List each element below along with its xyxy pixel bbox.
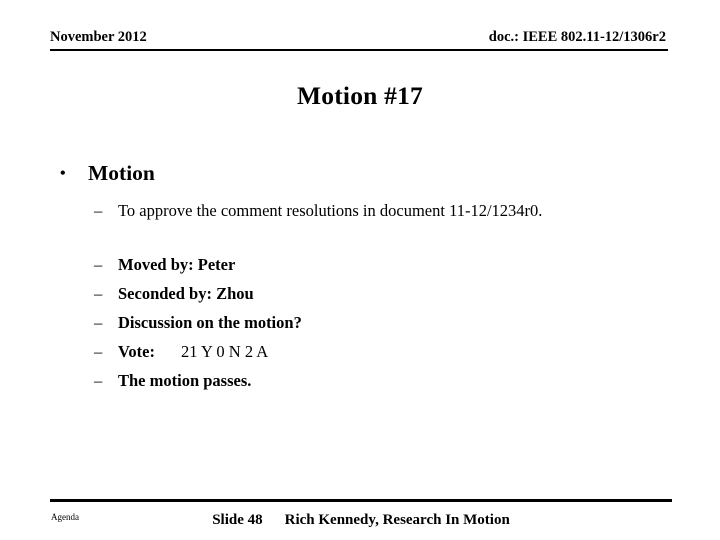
dash-marker-icon: – <box>94 255 103 274</box>
footer-author: Rich Kennedy, Research In Motion <box>284 512 510 528</box>
dash-marker-icon: – <box>94 201 103 220</box>
dash-marker-icon: – <box>94 342 103 361</box>
sub-item-result: – The motion passes. <box>50 369 680 392</box>
slide-body: • Motion – To approve the comment resolu… <box>50 160 680 392</box>
page-title: Motion #17 <box>297 81 423 110</box>
sub-item-label: Discussion on the motion? <box>118 313 302 332</box>
dash-marker-icon: – <box>94 313 103 332</box>
bullet-dot-icon: • <box>60 165 66 182</box>
slide-header: November 2012 doc.: IEEE 802.11-12/1306r… <box>50 29 668 51</box>
vote-tally: 21 Y 0 N 2 A <box>180 342 269 361</box>
sub-item-seconded-by: – Seconded by: Zhou <box>50 282 680 305</box>
sub-item-label: To approve the comment resolutions in do… <box>118 201 543 220</box>
vote-label: Vote: <box>118 342 155 361</box>
sub-item-label: The motion passes. <box>118 371 252 390</box>
bullet-item-label: Motion <box>88 161 155 185</box>
sub-item-vote: – Vote: 21 Y 0 N 2 A <box>50 340 680 363</box>
bullet-item-motion: • Motion <box>50 160 680 187</box>
dash-marker-icon: – <box>94 284 103 303</box>
header-document-number: doc.: IEEE 802.11-12/1306r2 <box>488 29 666 45</box>
slide-canvas: November 2012 doc.: IEEE 802.11-12/1306r… <box>0 0 720 540</box>
header-date: November 2012 <box>50 29 147 45</box>
sub-item-label: Seconded by: Zhou <box>118 284 254 303</box>
dash-marker-icon: – <box>94 371 103 390</box>
slide-number: Slide 48 <box>212 512 263 528</box>
sub-item-label: Moved by: Peter <box>118 255 236 274</box>
sub-item-motion-text: – To approve the comment resolutions in … <box>50 199 680 222</box>
sub-item-moved-by: – Moved by: Peter <box>50 253 680 276</box>
sub-item-discussion: – Discussion on the motion? <box>50 311 680 334</box>
footer-divider <box>50 499 672 502</box>
slide-footer: Slide 48 Rich Kennedy, Research In Motion <box>50 511 672 530</box>
